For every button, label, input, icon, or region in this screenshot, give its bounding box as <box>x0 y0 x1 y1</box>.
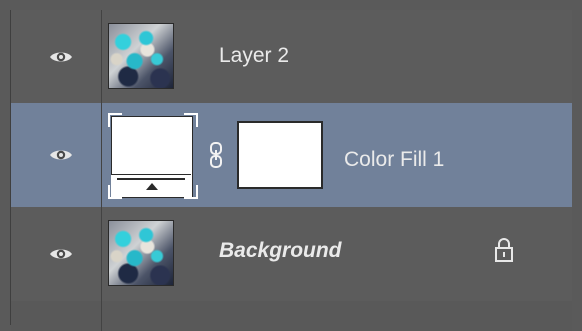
adjustment-indicator <box>111 174 191 197</box>
layer-thumbnail[interactable] <box>108 220 174 286</box>
layer-row-layer-2[interactable]: Layer 2 <box>11 10 572 104</box>
eye-icon[interactable] <box>49 246 73 262</box>
eye-icon[interactable] <box>49 49 73 65</box>
visibility-column <box>11 10 102 103</box>
layer-name[interactable]: Layer 2 <box>219 44 289 68</box>
layers-panel: Layer 2 Color Fill 1 Background <box>10 10 572 331</box>
chain-link-icon[interactable] <box>209 141 223 169</box>
layer-row-color-fill-1[interactable]: Color Fill 1 <box>11 103 572 208</box>
layer-name[interactable]: Background <box>219 239 342 263</box>
layer-mask-thumbnail[interactable] <box>237 121 323 189</box>
layer-thumbnail[interactable] <box>108 23 174 89</box>
layer-row-background[interactable]: Background <box>11 207 572 302</box>
lock-icon[interactable] <box>494 237 514 263</box>
empty-layer-area <box>11 301 572 331</box>
visibility-column <box>11 103 102 207</box>
eye-icon[interactable] <box>49 147 73 163</box>
layer-name[interactable]: Color Fill 1 <box>344 148 444 172</box>
visibility-column <box>11 207 102 301</box>
color-fill-thumbnail[interactable] <box>108 113 198 199</box>
visibility-column <box>11 301 102 331</box>
